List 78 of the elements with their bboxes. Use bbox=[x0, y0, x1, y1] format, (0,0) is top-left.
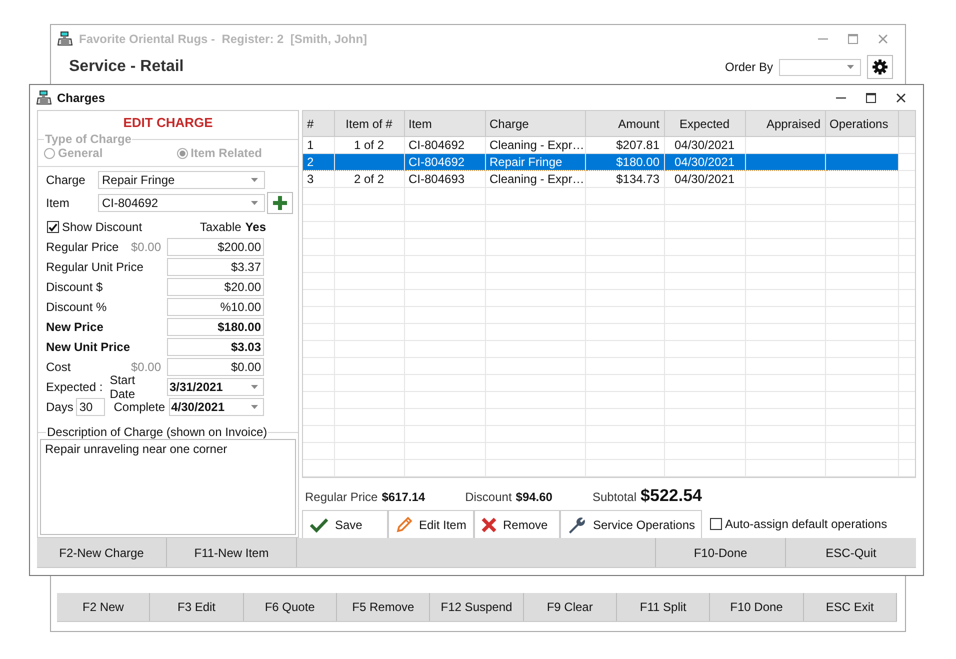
amount-field[interactable]: $0.00 bbox=[167, 358, 264, 376]
amount-field[interactable]: %10.00 bbox=[167, 298, 264, 316]
total-label: Subtotal bbox=[592, 490, 637, 504]
table-cell: 2 of 2 bbox=[354, 172, 384, 186]
field-label: Item bbox=[46, 196, 70, 210]
table-cell: Repair Fringe bbox=[490, 155, 562, 169]
table-cell: $207.81 bbox=[616, 138, 660, 152]
show-discount-checkbox[interactable]: Show Discount bbox=[47, 220, 142, 234]
field-label: Regular Price bbox=[46, 240, 120, 254]
total-value: $94.60 bbox=[516, 490, 552, 504]
table-cell: 2 bbox=[307, 155, 314, 169]
column-header[interactable]: Expected bbox=[664, 111, 745, 136]
dialog-title: Charges bbox=[57, 90, 106, 104]
action-button[interactable]: Service Operations bbox=[560, 510, 702, 538]
days-field[interactable]: 30 bbox=[76, 398, 105, 416]
field-label: Start Date bbox=[110, 373, 136, 401]
order-by-label: Order By bbox=[724, 60, 773, 74]
radio-label: General bbox=[58, 146, 103, 160]
total-label: Discount bbox=[465, 490, 512, 504]
radio-label: Item Related bbox=[190, 146, 262, 160]
table-cell: CI-804692 bbox=[408, 155, 465, 169]
column-header[interactable]: Operations bbox=[825, 111, 898, 136]
taxable-label: Taxable bbox=[200, 220, 242, 234]
field-label: Cost bbox=[46, 360, 72, 374]
window-title: Favorite Oriental Rugs - Register: 2 [Smith, John] bbox=[79, 32, 368, 46]
table-cell: 04/30/2021 bbox=[674, 172, 735, 186]
page-heading: Service - Retail bbox=[69, 58, 184, 76]
table-cell: CI-804692 bbox=[408, 138, 465, 152]
field-label: New Price bbox=[46, 320, 104, 334]
table-cell: 3 bbox=[307, 172, 314, 186]
action-button[interactable]: Edit Item bbox=[388, 510, 474, 538]
column-header[interactable]: Appraised bbox=[745, 111, 825, 136]
taxable-value: Yes bbox=[245, 220, 266, 234]
table-cell: $134.73 bbox=[616, 172, 660, 186]
start-date-picker[interactable]: 3/31/2021 bbox=[167, 378, 264, 396]
field-label: Discount $ bbox=[46, 280, 104, 294]
table-cell: CI-804693 bbox=[408, 172, 465, 186]
total-label: Regular Price bbox=[305, 490, 378, 504]
field-label: Expected : bbox=[46, 380, 104, 394]
field-label: Days bbox=[46, 400, 74, 414]
table-cell: 04/30/2021 bbox=[674, 155, 735, 169]
column-header[interactable]: Item of # bbox=[334, 111, 404, 136]
group-label: Description of Charge (shown on Invoice) bbox=[46, 425, 268, 439]
table-row[interactable]: 2 CI-804692 Repair Fringe $180.00 04/30/2021 bbox=[303, 154, 915, 170]
table-cell: Cleaning - Expr… bbox=[490, 172, 584, 186]
action-button[interactable]: Save bbox=[302, 510, 388, 538]
amount-field[interactable]: $3.37 bbox=[167, 258, 264, 276]
field-label: New Unit Price bbox=[46, 340, 132, 354]
column-header[interactable]: Amount bbox=[585, 111, 664, 136]
table-cell: 1 of 2 bbox=[354, 138, 384, 152]
total-value: $522.54 bbox=[640, 486, 702, 506]
amount-field[interactable]: $20.00 bbox=[167, 278, 264, 296]
amount-field[interactable]: $3.03 bbox=[167, 338, 264, 356]
action-button[interactable]: Remove bbox=[474, 510, 560, 538]
column-header[interactable]: # bbox=[303, 111, 334, 136]
form-heading: EDIT CHARGE bbox=[122, 115, 214, 132]
column-header[interactable]: Item bbox=[404, 111, 485, 136]
table-row[interactable]: 3 2 of 2 CI-804693 Cleaning - Expr… $134.73 04/30/2021 bbox=[303, 170, 915, 188]
table-cell: $180.00 bbox=[616, 155, 660, 169]
reference-value: $0.00 bbox=[130, 360, 161, 374]
field-label: Regular Unit Price bbox=[46, 260, 144, 274]
table-cell: Cleaning - Expr… bbox=[490, 138, 584, 152]
description-field[interactable]: Repair unraveling near one corner bbox=[40, 439, 296, 535]
item-dropdown[interactable]: CI-804692 bbox=[98, 194, 265, 212]
table-cell: 04/30/2021 bbox=[674, 138, 735, 152]
field-label: Charge bbox=[46, 172, 86, 186]
charge-dropdown[interactable]: Repair Fringe bbox=[98, 170, 265, 188]
auto-assign-checkbox[interactable]: Auto-assign default operations bbox=[710, 517, 888, 532]
complete-date-picker[interactable]: 4/30/2021 bbox=[169, 398, 264, 416]
field-label: Discount % bbox=[46, 300, 108, 314]
amount-field[interactable]: $200.00 bbox=[167, 238, 264, 256]
total-value: $617.14 bbox=[382, 490, 426, 504]
amount-field[interactable]: $180.00 bbox=[167, 318, 264, 336]
field-label: Complete bbox=[114, 400, 166, 414]
group-label: Type of Charge bbox=[44, 132, 132, 146]
reference-value: $0.00 bbox=[130, 240, 161, 254]
table-cell: 1 bbox=[307, 138, 314, 152]
column-header[interactable]: Charge bbox=[485, 111, 585, 136]
